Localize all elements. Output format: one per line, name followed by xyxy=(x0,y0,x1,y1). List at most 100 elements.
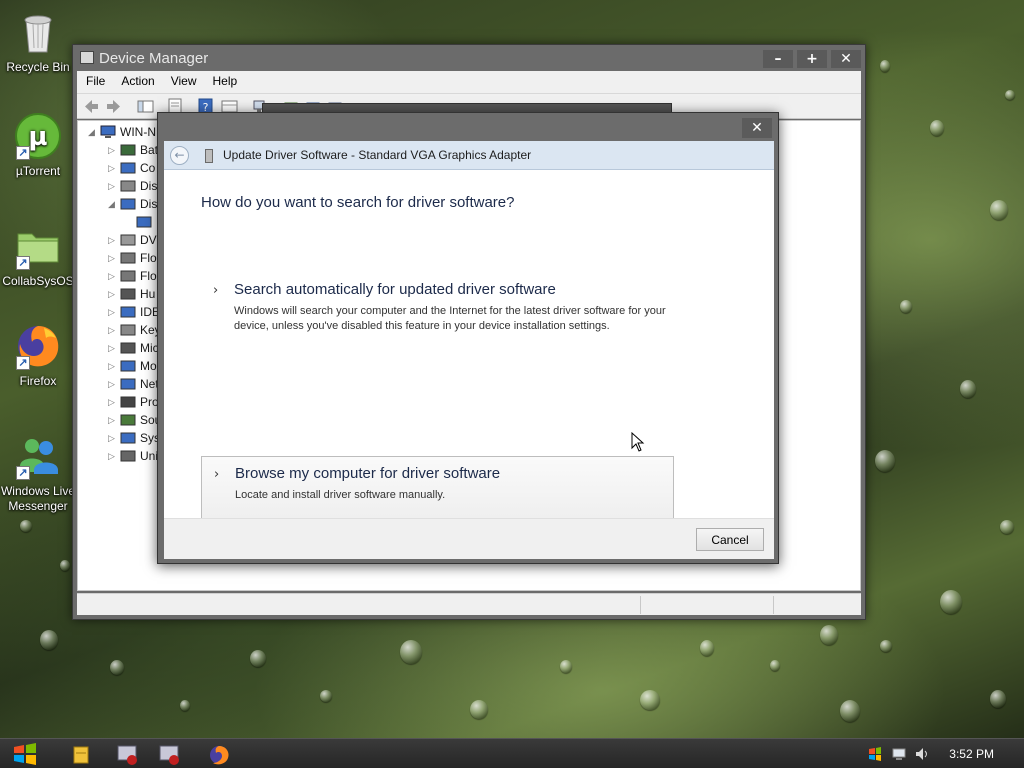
menu-action[interactable]: Action xyxy=(112,71,161,88)
menu-view[interactable]: View xyxy=(162,71,204,88)
expand-arrow-icon[interactable]: ▷ xyxy=(108,303,115,321)
taskbar-firefox-icon[interactable] xyxy=(200,743,238,767)
back-arrow-icon[interactable] xyxy=(83,98,100,115)
dialog-title: Update Driver Software - Standard VGA Gr… xyxy=(223,148,532,162)
expand-arrow-icon[interactable]: ▷ xyxy=(108,267,115,285)
desktop-icon-utorrent[interactable]: µ ↗ µTorrent xyxy=(2,112,74,179)
expand-arrow-icon[interactable]: ▷ xyxy=(108,321,115,339)
menu-help[interactable]: Help xyxy=(204,71,245,88)
expand-arrow-icon[interactable]: ▷ xyxy=(108,249,115,267)
expand-arrow-icon[interactable]: ▷ xyxy=(108,375,115,393)
desktop-icon-label: Firefox xyxy=(19,374,57,388)
shortcut-arrow-icon: ↗ xyxy=(16,356,30,370)
device-category-icon xyxy=(120,144,136,156)
option-description: Locate and install driver software manua… xyxy=(235,489,446,501)
start-button-windows-icon[interactable] xyxy=(12,743,38,765)
taskbar-explorer-icon[interactable] xyxy=(62,743,100,767)
back-button[interactable]: ← xyxy=(170,146,189,165)
option-description: Windows will search your computer and th… xyxy=(234,305,666,332)
show-hide-tree-icon[interactable] xyxy=(137,98,154,115)
svg-text:µ: µ xyxy=(28,122,47,152)
collapse-arrow-icon[interactable]: ◢ xyxy=(108,195,115,213)
chevron-right-icon: › xyxy=(214,467,220,482)
minimize-button[interactable]: – xyxy=(763,50,793,68)
graphics-adapter-icon xyxy=(205,149,213,163)
collapse-arrow-icon[interactable]: ◢ xyxy=(88,123,95,141)
taskbar-clock[interactable]: 3:52 PM xyxy=(949,747,994,761)
device-category-icon xyxy=(120,324,136,336)
menu-file[interactable]: File xyxy=(77,71,112,88)
desktop-icon-firefox[interactable]: ↗ Firefox xyxy=(2,322,74,389)
dialog-content: ← Update Driver Software - Standard VGA … xyxy=(164,141,774,559)
device-category-icon xyxy=(120,252,136,264)
action-center-flag-icon[interactable] xyxy=(867,746,883,762)
maximize-button[interactable]: + xyxy=(797,50,827,68)
search-question: How do you want to search for driver sof… xyxy=(201,194,515,211)
tree-item-label: Co xyxy=(140,161,156,175)
close-button[interactable]: ✕ xyxy=(831,50,861,68)
device-manager-icon xyxy=(80,51,94,64)
tree-item-label: Pro xyxy=(140,395,159,409)
device-category-icon xyxy=(120,450,136,462)
taskbar-device-manager-icon[interactable] xyxy=(150,743,188,767)
tree-item-label: Flo xyxy=(140,269,157,283)
expand-arrow-icon[interactable]: ▷ xyxy=(108,429,115,447)
dialog-close-button[interactable]: ✕ xyxy=(742,118,772,138)
tree-item-label: Flo xyxy=(140,251,157,265)
device-category-icon xyxy=(120,180,136,192)
status-separator xyxy=(773,596,774,614)
mouse-cursor-icon xyxy=(631,432,645,452)
expand-arrow-icon[interactable]: ▷ xyxy=(108,141,115,159)
device-category-icon xyxy=(120,342,136,354)
expand-arrow-icon[interactable]: ▷ xyxy=(108,447,115,465)
network-icon[interactable] xyxy=(891,746,907,762)
chevron-right-icon: › xyxy=(213,283,219,298)
expand-arrow-icon[interactable]: ▷ xyxy=(108,339,115,357)
dialog-footer: Cancel xyxy=(164,518,774,559)
tree-item-label: Hu xyxy=(140,287,156,301)
title-bar[interactable]: Device Manager – + ✕ xyxy=(73,45,865,71)
desktop-icon-windows-live-messenger[interactable]: ↗ Windows Live Messenger xyxy=(0,432,76,514)
desktop-icon-collabsysos[interactable]: ↗ CollabSysOS xyxy=(2,222,74,289)
update-driver-dialog[interactable]: ✕ ← Update Driver Software - Standard VG… xyxy=(157,112,779,564)
messenger-icon: ↗ xyxy=(14,432,62,480)
tree-item-label: Uni xyxy=(140,449,159,463)
taskbar-device-manager-icon[interactable] xyxy=(108,743,146,767)
desktop-icon-recycle-bin[interactable]: Recycle Bin xyxy=(2,8,74,75)
tree-item-label: Mic xyxy=(140,341,159,355)
device-category-icon xyxy=(120,288,136,300)
expand-arrow-icon[interactable]: ▷ xyxy=(108,357,115,375)
taskbar: 3:52 PM xyxy=(0,738,1024,768)
shortcut-arrow-icon: ↗ xyxy=(16,466,30,480)
device-category-icon xyxy=(136,216,152,228)
expand-arrow-icon[interactable]: ▷ xyxy=(108,231,115,249)
dialog-header: ← Update Driver Software - Standard VGA … xyxy=(164,141,774,170)
folder-icon: ↗ xyxy=(14,222,62,270)
expand-arrow-icon[interactable]: ▷ xyxy=(108,177,115,195)
status-separator xyxy=(640,596,641,614)
computer-icon xyxy=(100,125,116,138)
option-title: Browse my computer for driver software xyxy=(235,465,501,482)
device-category-icon xyxy=(120,306,136,318)
volume-icon[interactable] xyxy=(914,746,930,762)
expand-arrow-icon[interactable]: ▷ xyxy=(108,393,115,411)
utorrent-icon: µ ↗ xyxy=(14,112,62,160)
device-category-icon xyxy=(120,378,136,390)
shortcut-arrow-icon: ↗ xyxy=(16,146,30,160)
forward-arrow-icon[interactable] xyxy=(105,98,122,115)
desktop-icon-label: CollabSysOS xyxy=(2,274,74,288)
back-arrow-icon: ← xyxy=(174,148,185,162)
expand-arrow-icon[interactable]: ▷ xyxy=(108,159,115,177)
tree-item-label: Dis xyxy=(140,179,158,193)
device-category-icon xyxy=(120,432,136,444)
device-category-icon xyxy=(120,234,136,246)
recycle-bin-icon xyxy=(14,8,62,56)
search-automatically-option[interactable]: › Search automatically for updated drive… xyxy=(201,273,674,351)
device-category-icon xyxy=(120,360,136,372)
tree-item-label: Mo xyxy=(140,359,157,373)
cancel-button[interactable]: Cancel xyxy=(696,528,764,551)
window-title: Device Manager xyxy=(99,50,209,67)
desktop-icon-label: Recycle Bin xyxy=(6,60,70,74)
expand-arrow-icon[interactable]: ▷ xyxy=(108,411,115,429)
expand-arrow-icon[interactable]: ▷ xyxy=(108,285,115,303)
